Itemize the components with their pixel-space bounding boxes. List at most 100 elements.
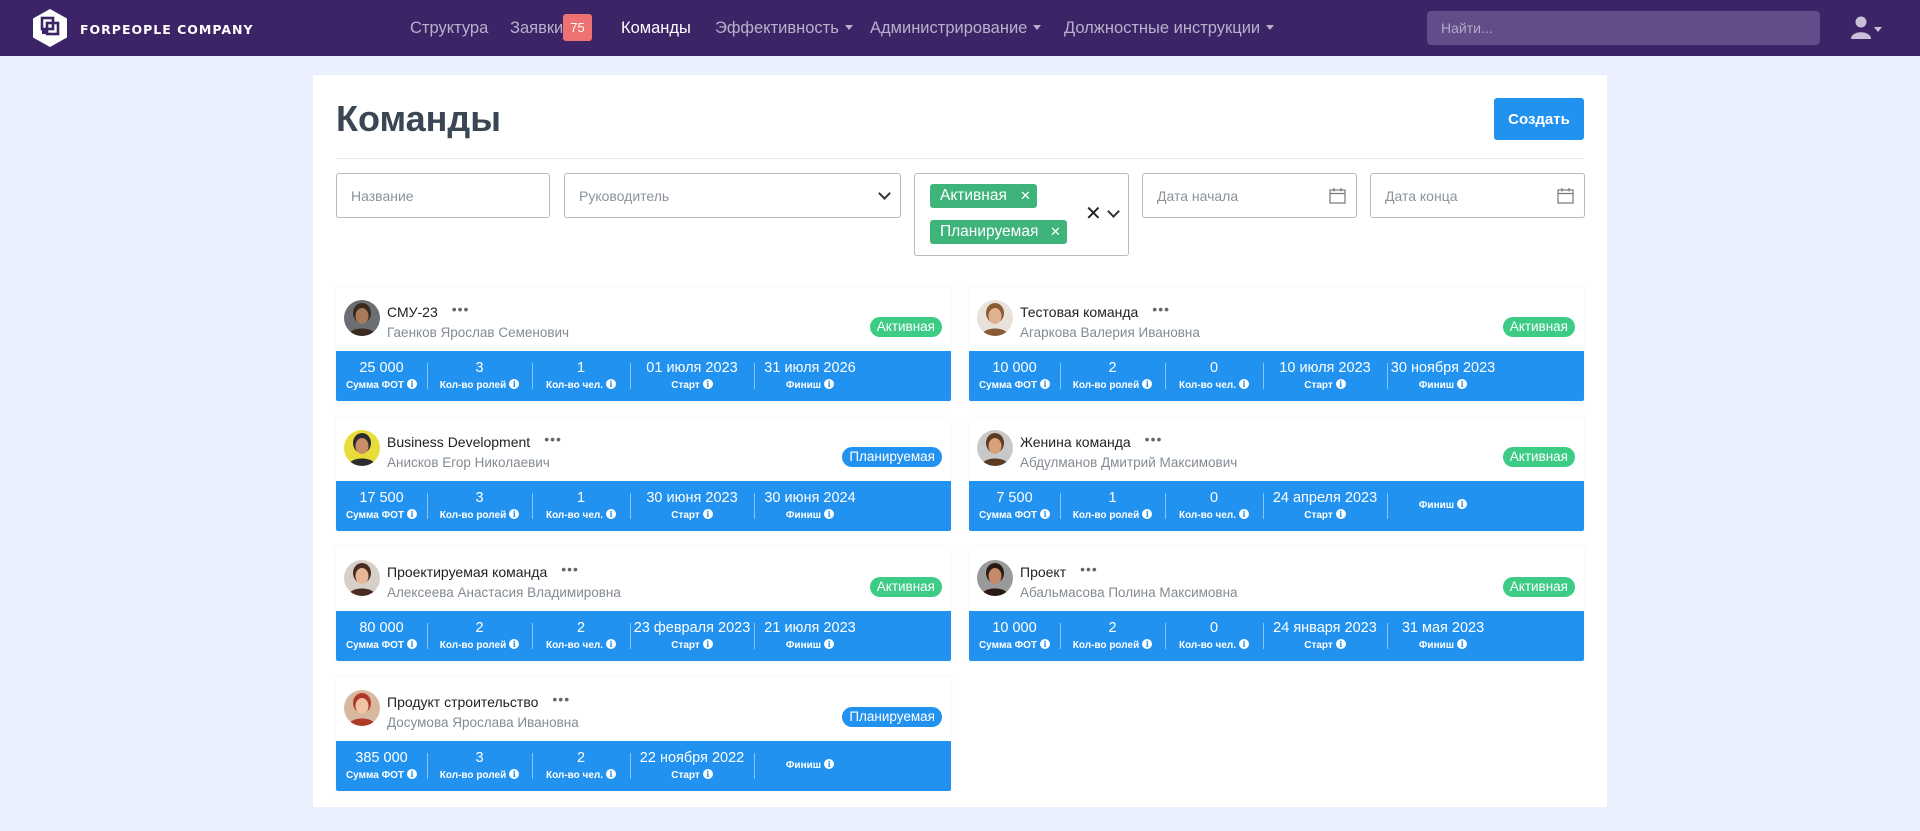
info-icon[interactable]: i (824, 759, 835, 770)
info-icon[interactable]: i (1142, 509, 1153, 520)
chevron-down-icon[interactable] (1107, 205, 1120, 218)
info-icon[interactable]: i (1239, 509, 1250, 520)
status-filter-select[interactable]: Активная ✕ Планируемая ✕ ✕ (914, 173, 1129, 256)
nav-item-job-descriptions[interactable]: Должностные инструкции (1064, 19, 1275, 38)
nav-item-requests[interactable]: Заявки (510, 19, 563, 38)
team-card[interactable]: СМУ-23 ••• Гаенков Ярослав Семенович Акти… (336, 287, 951, 401)
info-icon[interactable]: i (824, 639, 835, 650)
stat-value: 385 000 (355, 750, 408, 766)
info-icon[interactable]: i (702, 509, 713, 520)
start-date-filter[interactable] (1142, 173, 1357, 218)
more-options-icon[interactable]: ••• (452, 301, 470, 317)
team-name[interactable]: Тестовая команда (1020, 304, 1138, 320)
info-icon[interactable]: i (1335, 639, 1346, 650)
team-leader: Агаркова Валерия Ивановна (1020, 325, 1200, 340)
team-card[interactable]: Продукт строительство ••• Досумова Яросла… (336, 677, 951, 791)
search-input[interactable] (1427, 11, 1820, 45)
info-icon[interactable]: i (509, 379, 520, 390)
info-icon[interactable]: i (407, 379, 418, 390)
info-icon[interactable]: i (407, 769, 418, 780)
team-name[interactable]: Business Development (387, 434, 530, 450)
team-card[interactable]: Проектируемая команда ••• Алексеева Анаст… (336, 547, 951, 661)
more-options-icon[interactable]: ••• (544, 431, 562, 447)
company-logo-icon[interactable] (30, 8, 70, 48)
name-filter[interactable] (336, 173, 550, 218)
nav-item-administration[interactable]: Администрирование (870, 19, 1042, 38)
info-icon[interactable]: i (824, 379, 835, 390)
stat-start: 10 июля 2023 Старт i (1263, 351, 1387, 401)
nav-item-efficiency[interactable]: Эффективность (715, 19, 853, 38)
clear-selection-icon[interactable]: ✕ (1085, 204, 1102, 224)
stat-label-text: Старт (671, 380, 700, 391)
name-filter-input[interactable] (337, 174, 549, 217)
start-date-input[interactable] (1143, 174, 1356, 217)
stat-label-text: Финиш (1418, 640, 1455, 651)
stat-label-text: Кол-во чел. (1178, 640, 1237, 651)
stat-finish: Финиш i (1387, 481, 1499, 531)
nav-item-teams[interactable]: Команды (621, 19, 691, 38)
info-icon[interactable]: i (1457, 639, 1468, 650)
info-icon[interactable]: i (407, 509, 418, 520)
info-icon[interactable]: i (509, 509, 520, 520)
info-icon[interactable]: i (606, 769, 617, 780)
info-icon[interactable]: i (1239, 639, 1250, 650)
info-icon[interactable]: i (407, 639, 418, 650)
stat-label-text: Кол-во ролей (439, 380, 507, 391)
stat-value: 10 июля 2023 (1279, 360, 1371, 376)
calendar-icon[interactable] (1557, 188, 1574, 204)
user-menu-icon[interactable] (1850, 14, 1882, 42)
team-stats-bar: 7 500 Сумма ФОТ i 1 Кол-во ролей i 0 Кол-во чел… (969, 481, 1584, 531)
team-name[interactable]: Проект (1020, 564, 1066, 580)
info-icon[interactable]: i (824, 509, 835, 520)
more-options-icon[interactable]: ••• (561, 561, 579, 577)
stat-value: 3 (475, 360, 484, 376)
info-icon[interactable]: i (1335, 509, 1346, 520)
info-icon[interactable]: i (1457, 499, 1468, 510)
stat-label: Кол-во чел. i (1165, 379, 1263, 391)
team-card[interactable]: Проект ••• Абальмасова Полина Максимовна … (969, 547, 1584, 661)
stat-people: 1 Кол-во чел. i (532, 481, 630, 531)
team-card[interactable]: Тестовая команда ••• Агаркова Валерия Ива… (969, 287, 1584, 401)
end-date-input[interactable] (1371, 174, 1584, 217)
nav-label: Администрирование (870, 19, 1028, 37)
remove-chip-icon[interactable]: ✕ (1020, 184, 1031, 208)
team-card[interactable]: Business Development ••• Анисков Егор Ник… (336, 417, 951, 531)
team-name[interactable]: СМУ-23 (387, 304, 438, 320)
more-options-icon[interactable]: ••• (1080, 561, 1098, 577)
info-icon[interactable]: i (509, 769, 520, 780)
more-options-icon[interactable]: ••• (552, 691, 570, 707)
info-icon[interactable]: i (1239, 379, 1250, 390)
stat-label-text: Сумма ФОТ (978, 380, 1038, 391)
info-icon[interactable]: i (1040, 509, 1051, 520)
info-icon[interactable]: i (1040, 639, 1051, 650)
more-options-icon[interactable]: ••• (1145, 431, 1163, 447)
info-icon[interactable]: i (1142, 639, 1153, 650)
info-icon[interactable]: i (702, 379, 713, 390)
leader-filter-select[interactable]: Руководитель (564, 173, 901, 218)
stat-roles: 1 Кол-во ролей i (1060, 481, 1165, 531)
team-card[interactable]: Женина команда ••• Абдулманов Дмитрий Мак… (969, 417, 1584, 531)
team-name[interactable]: Женина команда (1020, 434, 1131, 450)
team-name[interactable]: Продукт строительство (387, 694, 538, 710)
info-icon[interactable]: i (509, 639, 520, 650)
info-icon[interactable]: i (702, 769, 713, 780)
brand-name[interactable]: FORPEOPLE COMPANY (80, 22, 254, 37)
info-icon[interactable]: i (702, 639, 713, 650)
nav-item-structure[interactable]: Структура (410, 19, 488, 38)
info-icon[interactable]: i (1457, 379, 1468, 390)
calendar-icon[interactable] (1329, 188, 1346, 204)
team-name[interactable]: Проектируемая команда (387, 564, 547, 580)
info-icon[interactable]: i (606, 509, 617, 520)
info-icon[interactable]: i (1142, 379, 1153, 390)
remove-chip-icon[interactable]: ✕ (1050, 220, 1061, 244)
more-options-icon[interactable]: ••• (1152, 301, 1170, 317)
stat-label: Старт i (1263, 509, 1387, 521)
stat-value: 7 500 (996, 490, 1033, 506)
stat-label-text: Финиш (785, 510, 822, 521)
info-icon[interactable]: i (606, 379, 617, 390)
end-date-filter[interactable] (1370, 173, 1585, 218)
info-icon[interactable]: i (1335, 379, 1346, 390)
info-icon[interactable]: i (606, 639, 617, 650)
create-button[interactable]: Создать (1494, 98, 1584, 140)
info-icon[interactable]: i (1040, 379, 1051, 390)
